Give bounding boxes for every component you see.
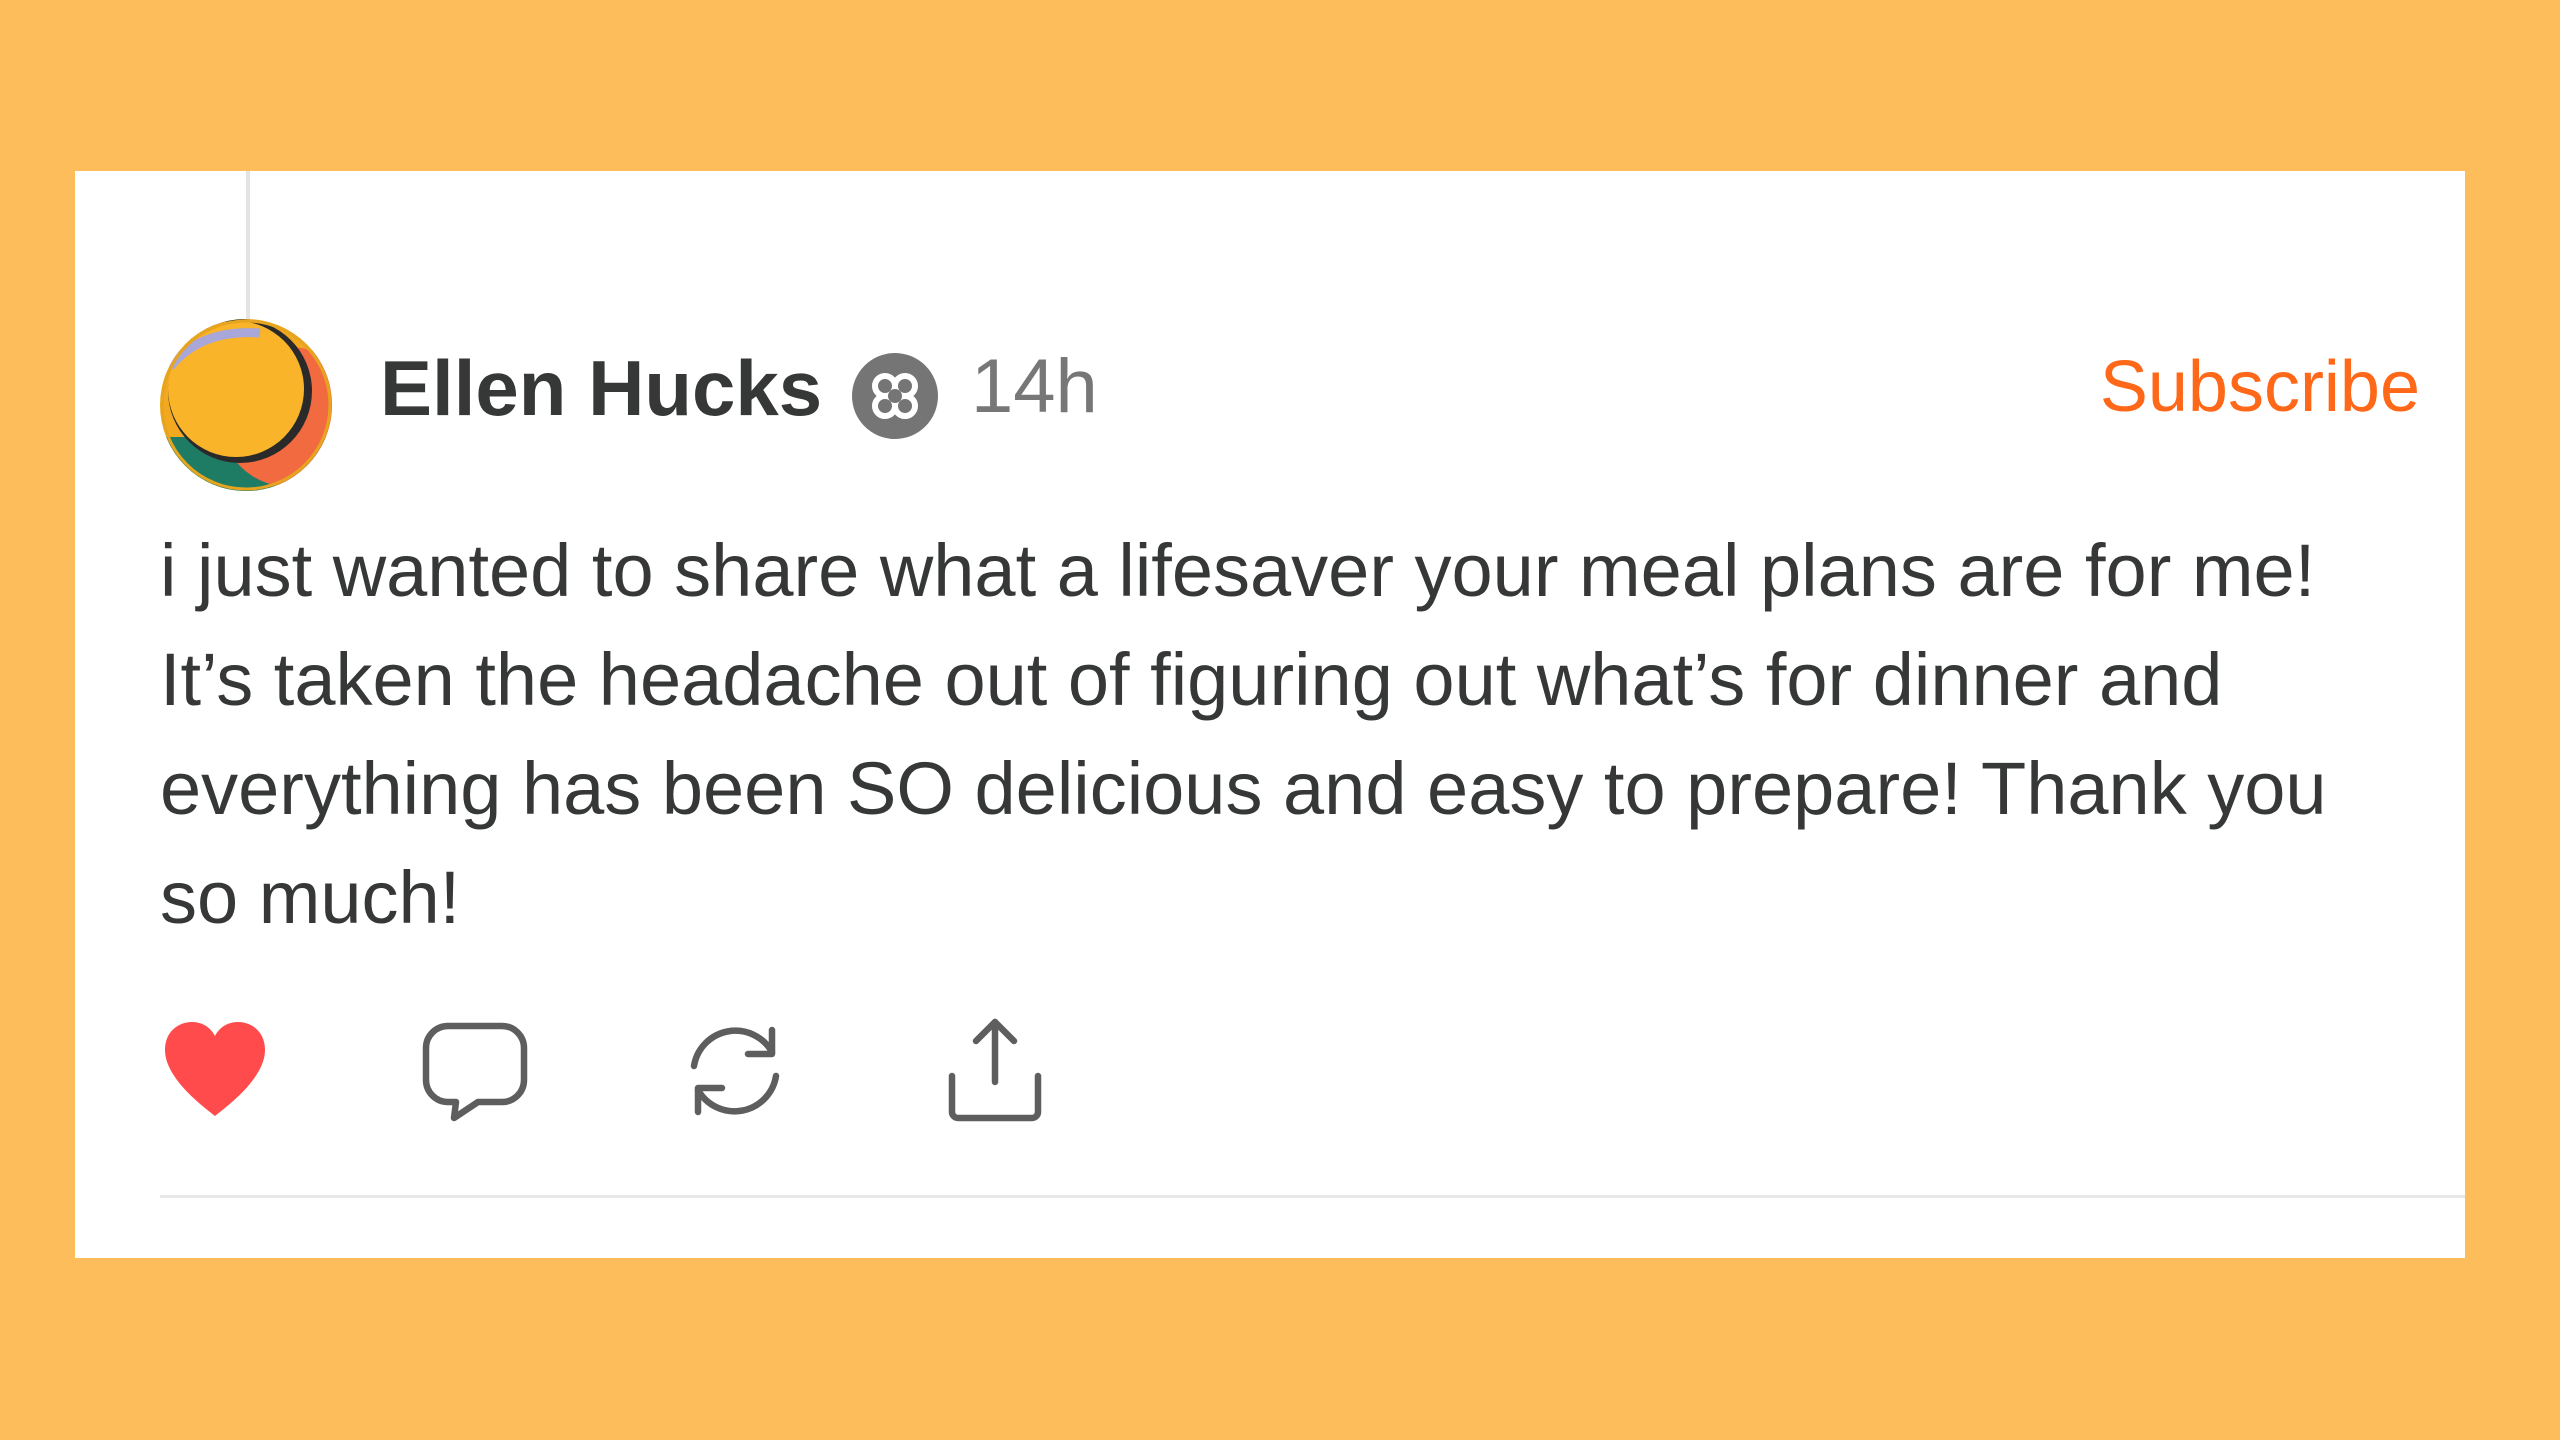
post-timestamp: 14h bbox=[971, 344, 1098, 429]
post-body: i just wanted to share what a lifesaver … bbox=[160, 529, 2327, 939]
like-button[interactable] bbox=[160, 1016, 280, 1126]
share-icon bbox=[940, 1016, 1060, 1126]
subscribe-button[interactable]: Subscribe bbox=[2100, 351, 2420, 423]
share-button[interactable] bbox=[940, 1016, 1060, 1126]
restack-button[interactable] bbox=[680, 1016, 800, 1126]
post-card: Ellen Hucks 14h Subscribe i just wanted … bbox=[75, 171, 2465, 1258]
restack-icon bbox=[680, 1016, 800, 1126]
divider bbox=[160, 1195, 2465, 1198]
comment-icon bbox=[420, 1016, 540, 1126]
flower-badge-icon bbox=[852, 353, 938, 439]
thread-line bbox=[246, 171, 250, 321]
heart-icon bbox=[160, 1016, 280, 1126]
avatar[interactable] bbox=[160, 319, 332, 491]
author-name[interactable]: Ellen Hucks bbox=[380, 349, 822, 427]
comment-button[interactable] bbox=[420, 1016, 540, 1126]
